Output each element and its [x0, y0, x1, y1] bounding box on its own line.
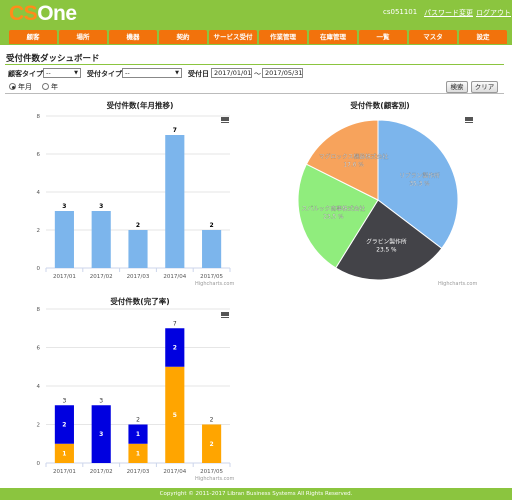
x-tick-label: 2017/02 [90, 469, 113, 475]
chart-completion-svg: 0 2 4 6 8 2017/01 2017/02 2017/03 2017/04 2017/05… [37, 307, 231, 475]
segment-label: 1 [136, 450, 140, 457]
segment-label: 3 [99, 431, 103, 438]
segment-label: 2 [210, 441, 214, 448]
total-label: 3 [62, 397, 66, 404]
total-label: 3 [99, 397, 103, 404]
segment-label: 2 [62, 422, 66, 429]
y-tick-label: 0 [37, 461, 41, 467]
y-tick-label: 4 [37, 384, 41, 390]
y-tick-label: 8 [37, 307, 41, 313]
segment-label: 5 [173, 412, 177, 419]
y-tick-label: 2 [37, 423, 41, 429]
segment-label: 2 [173, 345, 177, 352]
x-tick-label: 2017/05 [200, 469, 223, 475]
total-label: 2 [136, 417, 140, 424]
app-footer: Copyright © 2011-2017 Libran Business Sy… [0, 488, 512, 500]
y-tick-label: 6 [37, 346, 41, 352]
total-label: 2 [210, 417, 214, 424]
x-tick-label: 2017/04 [163, 469, 186, 475]
x-tick-label: 2017/01 [53, 469, 76, 475]
total-label: 7 [173, 320, 177, 327]
chart-credit: Highcharts.com [195, 476, 235, 482]
segment-label: 1 [62, 450, 66, 457]
x-tick-label: 2017/03 [127, 469, 150, 475]
segment-label: 1 [136, 431, 140, 438]
